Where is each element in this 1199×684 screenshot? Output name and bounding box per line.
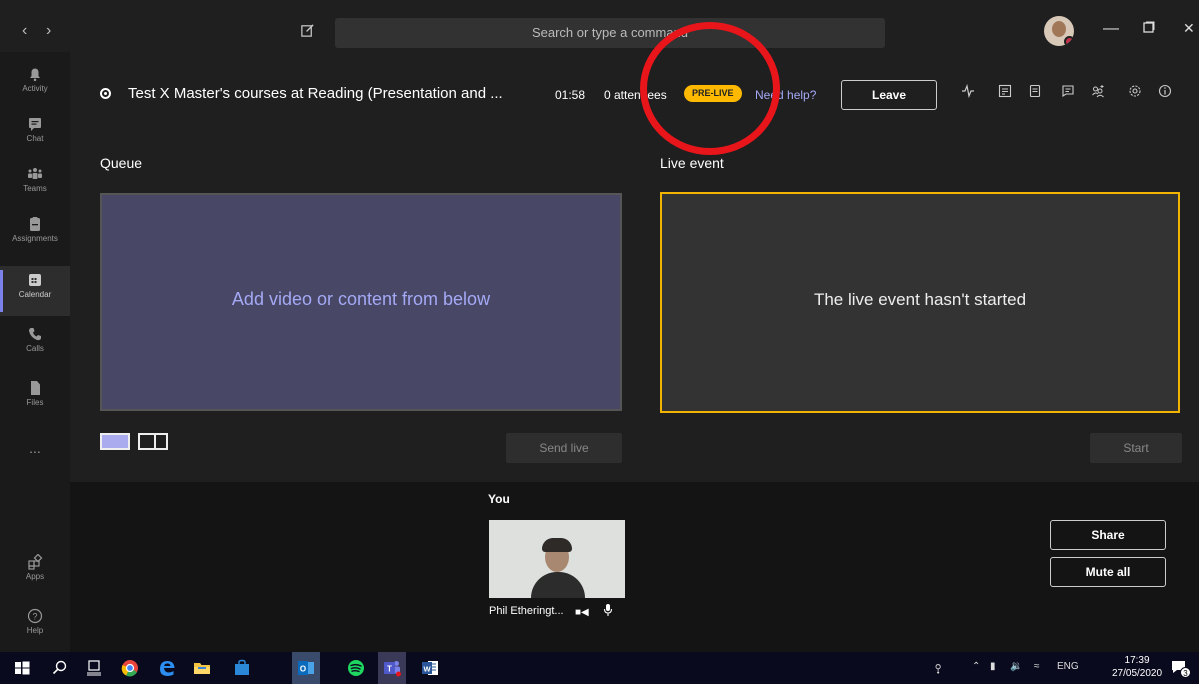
rail-item-calendar[interactable]: Calendar	[0, 266, 70, 316]
word-icon[interactable]: W	[420, 658, 440, 678]
rail-item-assignments[interactable]: Assignments	[0, 210, 70, 260]
rail-item-help[interactable]: ? Help	[0, 602, 70, 652]
rail-item-activity[interactable]: Activity	[0, 60, 70, 110]
participant-video[interactable]	[489, 520, 625, 598]
rail-item-label: Chat	[26, 134, 44, 143]
bell-icon	[30, 68, 40, 82]
battery-icon[interactable]: ▮	[990, 661, 996, 672]
microphone-icon[interactable]	[603, 603, 613, 620]
teams-app-icon[interactable]: T	[382, 658, 402, 678]
rail-item-label: Assignments	[12, 234, 58, 243]
rail-item-label: Activity	[22, 84, 48, 93]
mute-all-button[interactable]: Mute all	[1050, 557, 1166, 587]
back-icon[interactable]: ‹	[22, 22, 27, 40]
queue-placeholder: Add video or content from below	[231, 289, 491, 309]
svg-text:T: T	[387, 665, 392, 674]
queue-label: Queue	[100, 155, 143, 171]
meeting-notes-icon[interactable]	[997, 84, 1013, 100]
sources-panel: You Phil Etheringt... ■◀ Share Mute all	[70, 482, 1199, 652]
rail-item-label: Help	[26, 626, 44, 635]
participants-icon[interactable]	[1090, 84, 1106, 100]
producer-view: Test X Master's courses at Reading (Pres…	[70, 52, 1199, 482]
start-button[interactable]: Start	[1090, 433, 1182, 463]
camera-icon[interactable]: ■◀	[575, 607, 589, 618]
rail-item-apps[interactable]: Apps	[0, 548, 70, 598]
windows-start-icon[interactable]	[12, 658, 32, 678]
rail-item-label: Calls	[26, 344, 44, 353]
info-icon[interactable]	[1157, 84, 1173, 100]
notification-icon[interactable]: 3	[1170, 658, 1191, 678]
avatar[interactable]	[1044, 16, 1074, 46]
share-button[interactable]: Share	[1050, 520, 1166, 550]
maximize-icon[interactable]	[1143, 20, 1155, 38]
taskbar-clock[interactable]: 17:39 27/05/2020	[1112, 654, 1162, 680]
svg-text:?: ?	[32, 612, 37, 622]
svg-text:O: O	[300, 665, 306, 674]
you-label: You	[488, 492, 510, 506]
notification-count: 3	[1180, 667, 1191, 678]
presence-busy-icon	[1064, 36, 1074, 46]
event-title: Test X Master's courses at Reading (Pres…	[128, 85, 503, 102]
task-view-icon[interactable]	[84, 658, 104, 678]
rail-item-chat[interactable]: Chat	[0, 110, 70, 160]
teams-icon	[28, 168, 42, 179]
people-icon[interactable]: ⯱	[935, 661, 941, 680]
rail-item-label: Files	[26, 398, 44, 407]
leave-button[interactable]: Leave	[841, 80, 937, 110]
live-status-text: The live event hasn't started	[813, 290, 1027, 309]
calendar-icon	[29, 274, 41, 286]
chat-icon	[29, 118, 41, 131]
clock-date: 27/05/2020	[1112, 668, 1163, 679]
live-event-preview: The live event hasn't started	[660, 192, 1180, 413]
search-input[interactable]: Search or type a command	[335, 18, 885, 48]
edge-icon[interactable]	[157, 658, 177, 678]
chat-icon[interactable]	[1060, 84, 1076, 100]
outlook-icon[interactable]: O	[296, 658, 316, 678]
apps-icon	[28, 554, 43, 570]
health-icon[interactable]	[960, 83, 976, 100]
split-layout-icon[interactable]	[138, 433, 168, 450]
notes-icon[interactable]	[1027, 84, 1043, 100]
show-hidden-icons-icon[interactable]: ⌃	[972, 661, 980, 672]
store-icon[interactable]	[232, 658, 252, 678]
rail-item-calls[interactable]: Calls	[0, 320, 70, 370]
event-timer: 01:58	[555, 88, 586, 102]
language-indicator[interactable]: ENG	[1057, 661, 1079, 672]
forward-icon[interactable]: ›	[46, 22, 51, 40]
event-header: Test X Master's courses at Reading (Pres…	[70, 76, 1199, 116]
send-live-button[interactable]: Send live	[506, 433, 622, 463]
single-layout-icon[interactable]	[100, 433, 130, 450]
participant-name: Phil Etheringt...	[489, 605, 564, 617]
queue-preview[interactable]: Add video or content from below	[100, 193, 622, 411]
live-indicator-icon	[100, 88, 111, 99]
settings-icon[interactable]	[1127, 84, 1143, 100]
chrome-icon[interactable]	[120, 658, 140, 678]
spotify-icon[interactable]	[346, 658, 366, 678]
close-icon[interactable]: ✕	[1183, 20, 1195, 37]
rail-item-teams[interactable]: Teams	[0, 160, 70, 210]
app-rail: Activity Chat Teams Assignments Calendar…	[0, 52, 70, 652]
assignments-icon	[30, 217, 40, 231]
file-icon	[31, 381, 40, 395]
rail-item-label: Calendar	[18, 290, 52, 299]
phone-icon	[29, 328, 41, 341]
annotation-circle	[640, 22, 780, 155]
volume-icon[interactable]: 🔉	[1010, 661, 1022, 672]
file-explorer-icon[interactable]	[192, 658, 212, 678]
rail-item-more[interactable]: ...	[0, 434, 70, 484]
wifi-icon[interactable]: ≈	[1034, 661, 1040, 672]
rail-item-label: Apps	[25, 572, 45, 581]
svg-text:W: W	[423, 665, 431, 674]
clock-time: 17:39	[1124, 655, 1150, 666]
search-icon[interactable]	[50, 658, 70, 678]
more-icon: ...	[29, 440, 41, 456]
minimize-icon[interactable]: —	[1103, 20, 1119, 38]
taskbar: O T W ⯱ ⌃ ▮ 🔉 ≈ ENG 17:39 27/05/2020 3	[0, 652, 1199, 684]
live-event-label: Live event	[660, 155, 724, 171]
rail-item-label: Teams	[23, 184, 47, 193]
new-chat-icon[interactable]	[300, 23, 315, 42]
rail-item-files[interactable]: Files	[0, 374, 70, 424]
title-bar: ‹ › Search or type a command — ✕	[0, 14, 1199, 52]
help-icon: ?	[27, 608, 43, 624]
